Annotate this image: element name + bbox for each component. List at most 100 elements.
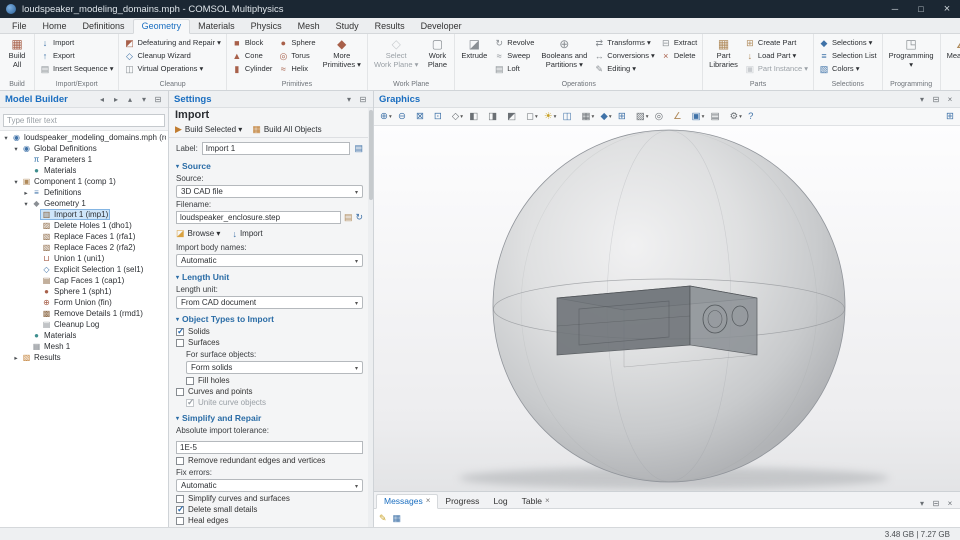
selection-list-button[interactable]: ≡ Selection List: [817, 49, 879, 62]
tree-item-parameters-1[interactable]: π Parameters 1: [0, 154, 168, 165]
build-selected-button[interactable]: ▶ Build Selected ▾: [175, 124, 242, 135]
tab-results[interactable]: Results: [367, 20, 413, 33]
delete-small-details-checkbox[interactable]: Delete small details: [176, 504, 363, 515]
part-libraries-button[interactable]: ▦ Part Libraries: [706, 36, 741, 70]
forward-icon[interactable]: ▸: [111, 95, 121, 104]
zoom-in-icon[interactable]: ⊕ ▾: [378, 109, 396, 124]
create-part-button[interactable]: ⊞ Create Part: [743, 36, 810, 49]
filter-input[interactable]: [3, 114, 165, 127]
import-button[interactable]: ↓ Import: [232, 229, 262, 239]
helix-button[interactable]: ≈ Helix: [276, 62, 317, 75]
projection-icon[interactable]: ◻ ▾: [524, 109, 542, 124]
tab-physics[interactable]: Physics: [243, 20, 290, 33]
help-icon[interactable]: ?: [746, 109, 761, 124]
virtual-operations-button[interactable]: ◫ Virtual Operations ▾: [122, 62, 222, 75]
work-plane-button[interactable]: ▢ Work Plane: [423, 36, 451, 70]
colors-button[interactable]: ▧ Colors ▾: [817, 62, 879, 75]
tree-item-root[interactable]: ▾ ◉ loudspeaker_modeling_domains.mph (ro…: [0, 132, 168, 143]
cylinder-button[interactable]: ▮ Cylinder: [230, 62, 275, 75]
torus-button[interactable]: ◎ Torus: [276, 49, 317, 62]
tree-caret-icon[interactable]: ▸: [22, 189, 30, 197]
booleans-and-partitions-button[interactable]: ⊕ Booleans and Partitions ▾: [538, 36, 590, 70]
tab-geometry[interactable]: Geometry: [133, 19, 191, 34]
filename-input[interactable]: [176, 211, 341, 224]
fix-errors-select[interactable]: Automatic: [176, 479, 363, 492]
print-icon[interactable]: ▤: [709, 109, 728, 124]
tree-item-results[interactable]: ▸ ▧ Results: [0, 352, 168, 363]
import-body-names-select[interactable]: Automatic: [176, 254, 363, 267]
load-part-button[interactable]: ↓ Load Part ▾: [743, 49, 810, 62]
selections-button[interactable]: ◆ Selections ▾: [817, 36, 879, 49]
wireframe-rendering-icon[interactable]: ▦ ▾: [580, 109, 599, 124]
tree-item-explicit-selection-1[interactable]: ◇ Explicit Selection 1 (sel1): [0, 264, 168, 275]
minimize-tolerances-checkbox[interactable]: Minimize tolerances: [176, 526, 363, 527]
insert-sequence-button[interactable]: ▤ Insert Sequence ▾: [38, 62, 115, 75]
image-snapshot-icon[interactable]: ▣ ▾: [690, 109, 709, 124]
node-properties-icon[interactable]: ▤: [354, 143, 363, 154]
label-input[interactable]: [202, 142, 351, 155]
back-icon[interactable]: ◂: [97, 95, 107, 104]
section-source[interactable]: Source: [176, 160, 363, 172]
import-button[interactable]: ↓ Import: [38, 36, 115, 49]
minimize-button[interactable]: ─: [882, 0, 908, 18]
zoom-extents-icon[interactable]: ⊡: [432, 109, 450, 124]
select-entities-icon[interactable]: ◆ ▾: [599, 109, 616, 124]
tab-study[interactable]: Study: [328, 20, 367, 33]
tree-caret-icon[interactable]: ▸: [12, 354, 20, 362]
tab-mesh[interactable]: Mesh: [290, 20, 328, 33]
part-instance-button[interactable]: ▣ Part Instance ▾: [743, 62, 810, 75]
delete-button[interactable]: × Delete: [659, 49, 699, 62]
section-simplify-and-repair[interactable]: Simplify and Repair: [176, 412, 363, 424]
tree-item-mesh-1[interactable]: ▦ Mesh 1: [0, 341, 168, 352]
cone-button[interactable]: ▲ Cone: [230, 49, 275, 62]
select-box-icon[interactable]: ⊞: [616, 109, 634, 124]
solids-checkbox[interactable]: Solids: [176, 326, 363, 337]
float-icon[interactable]: ⊟: [931, 95, 941, 104]
tree-item-union-1[interactable]: ⊔ Union 1 (uni1): [0, 253, 168, 264]
view-yz-plane-icon[interactable]: ◨: [486, 109, 505, 124]
tree-item-cap-faces-1[interactable]: ▤ Cap Faces 1 (cap1): [0, 275, 168, 286]
sphere-button[interactable]: ● Sphere: [276, 36, 317, 49]
surfaces-checkbox[interactable]: Surfaces: [176, 337, 363, 348]
build-all-button[interactable]: ▦ Build All: [3, 36, 31, 70]
tab-progress[interactable]: Progress: [438, 495, 486, 508]
programming-button[interactable]: ◳ Programming ▾: [886, 36, 937, 70]
plot-settings-icon[interactable]: ⚙ ▾: [728, 109, 747, 124]
section-object-types[interactable]: Object Types to Import: [176, 313, 363, 325]
tree-item-replace-faces-2[interactable]: ▧ Replace Faces 2 (rfa2): [0, 242, 168, 253]
cleanup-wizard-button[interactable]: ◇ Cleanup Wizard: [122, 49, 222, 62]
tree-item-replace-faces-1[interactable]: ▧ Replace Faces 1 (rfa1): [0, 231, 168, 242]
tab-developer[interactable]: Developer: [413, 20, 470, 33]
for-surface-objects-select[interactable]: Form solids: [186, 361, 363, 374]
extract-button[interactable]: ⊟ Extract: [659, 36, 699, 49]
sweep-button[interactable]: ≈ Sweep: [492, 49, 536, 62]
tab-log[interactable]: Log: [486, 495, 514, 508]
show-all-icon[interactable]: ◎: [653, 109, 671, 124]
refresh-icon[interactable]: ↻: [355, 212, 363, 223]
tree-item-definitions[interactable]: ▸ ≡ Definitions: [0, 187, 168, 198]
menu-icon[interactable]: ▾: [344, 95, 354, 104]
tree-item-delete-holes-1[interactable]: ▨ Delete Holes 1 (dho1): [0, 220, 168, 231]
tab-home[interactable]: Home: [35, 20, 75, 33]
menu-icon[interactable]: ▾: [917, 499, 927, 508]
tab-table[interactable]: Table: [515, 495, 557, 508]
tree-caret-icon[interactable]: ▾: [12, 145, 20, 153]
scene-light-icon[interactable]: ☀ ▾: [542, 109, 561, 124]
tab-definitions[interactable]: Definitions: [75, 20, 133, 33]
remove-redundant-checkbox[interactable]: Remove redundant edges and vertices: [176, 455, 363, 466]
scrollbar-thumb[interactable]: [369, 110, 373, 200]
source-type-select[interactable]: 3D CAD file: [176, 185, 363, 198]
tree-item-cleanup-log[interactable]: ▤ Cleanup Log: [0, 319, 168, 330]
transparency-icon[interactable]: ◫: [561, 109, 580, 124]
curves-and-points-checkbox[interactable]: Curves and points: [176, 386, 363, 397]
close-icon[interactable]: ×: [945, 95, 955, 104]
more-primitives-button[interactable]: ◆ More Primitives ▾: [320, 36, 364, 70]
transforms-button[interactable]: ⇄ Transforms ▾: [592, 36, 657, 49]
float-icon[interactable]: ⊟: [358, 95, 368, 104]
tree-item-materials-component[interactable]: ● Materials: [0, 330, 168, 341]
zoom-box-icon[interactable]: ⊠: [414, 109, 432, 124]
select-work-plane-button[interactable]: ◇ Select Work Plane ▾: [371, 36, 421, 70]
graphics-canvas[interactable]: [374, 126, 960, 491]
defeaturing-and-repair-button[interactable]: ◩ Defeaturing and Repair ▾: [122, 36, 222, 49]
zoom-out-icon[interactable]: ⊖: [396, 109, 414, 124]
